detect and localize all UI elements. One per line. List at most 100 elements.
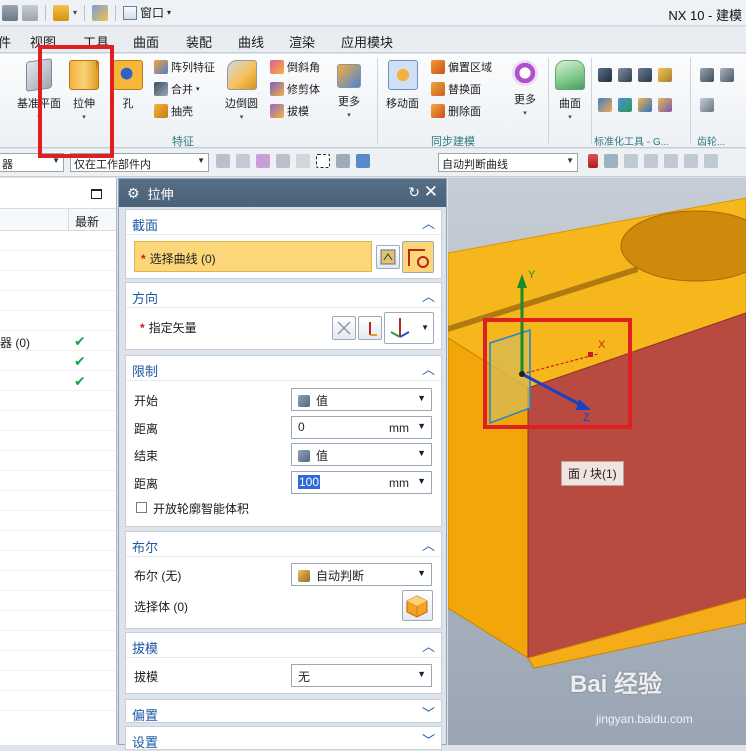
tree-row[interactable]: [0, 231, 116, 251]
tool-icon[interactable]: [638, 98, 652, 112]
snap-icon[interactable]: [336, 154, 350, 168]
chamfer-button[interactable]: 倒斜角: [270, 59, 320, 75]
tree-row[interactable]: [0, 531, 116, 551]
curve-tool-icon[interactable]: [704, 154, 718, 168]
chevron-down-icon[interactable]: ▾: [73, 8, 77, 17]
tree-row[interactable]: [0, 671, 116, 691]
snap-icon[interactable]: [216, 154, 230, 168]
offset-header[interactable]: 偏置 ﹀: [126, 700, 441, 723]
snap-icon[interactable]: [296, 154, 310, 168]
tool-icon[interactable]: [598, 68, 612, 82]
sketch-section-button[interactable]: [376, 245, 400, 269]
curve-tool-icon[interactable]: [624, 154, 638, 168]
edge-blend-button[interactable]: 边倒圆 ▾: [225, 60, 258, 121]
chevron-up-icon[interactable]: ︿: [422, 286, 435, 305]
tree-row[interactable]: [0, 631, 116, 651]
menu-render[interactable]: 渲染: [289, 32, 315, 51]
curve-tool-icon[interactable]: [604, 154, 618, 168]
tree-row[interactable]: ✔: [0, 371, 116, 391]
trim-body-button[interactable]: 修剪体: [270, 81, 320, 97]
surface-button[interactable]: 曲面 ▾: [555, 60, 585, 121]
tree-row[interactable]: [0, 311, 116, 331]
window-menu-button[interactable]: 窗口 ▾: [119, 3, 175, 23]
chevron-down-icon[interactable]: ﹀: [422, 730, 435, 749]
menu-file[interactable]: 件: [0, 32, 11, 51]
curve-tool-icon[interactable]: [684, 154, 698, 168]
tree-row[interactable]: [0, 511, 116, 531]
draft-header[interactable]: 拔模 ︿: [126, 633, 441, 658]
tool-icon[interactable]: [618, 68, 632, 82]
hole-button[interactable]: 孔: [113, 60, 143, 111]
close-icon[interactable]: ✕: [424, 182, 438, 202]
boolean-header[interactable]: 布尔 ︿: [126, 532, 441, 557]
end-dropdown[interactable]: 值 ▼: [291, 443, 432, 466]
tree-row[interactable]: [0, 471, 116, 491]
tool-icon[interactable]: [638, 68, 652, 82]
tool-icon[interactable]: [658, 68, 672, 82]
curve-tool-icon[interactable]: [588, 154, 598, 168]
delete-face-button[interactable]: 删除面: [431, 103, 481, 119]
tree-row[interactable]: [0, 551, 116, 571]
menu-surface[interactable]: 曲面: [133, 32, 159, 51]
maximize-icon[interactable]: [91, 189, 102, 199]
distance2-input[interactable]: 100 mm ▼: [291, 471, 432, 494]
draft-button[interactable]: 拔模: [270, 103, 309, 119]
tree-row[interactable]: [0, 591, 116, 611]
start-dropdown[interactable]: 值 ▼: [291, 388, 432, 411]
replace-face-button[interactable]: 替换面: [431, 81, 481, 97]
chevron-up-icon[interactable]: ︿: [422, 636, 435, 655]
tree-row[interactable]: [0, 691, 116, 711]
pattern-feature-button[interactable]: 阵列特征: [154, 59, 215, 75]
tree-row[interactable]: [0, 291, 116, 311]
select-body-button[interactable]: [402, 590, 433, 621]
select-box-icon[interactable]: [316, 154, 330, 168]
chevron-up-icon[interactable]: ︿: [422, 359, 435, 378]
tool-icon[interactable]: [618, 98, 632, 112]
tree-row[interactable]: [0, 411, 116, 431]
curve-tool-icon[interactable]: [644, 154, 658, 168]
vector-dialog-button[interactable]: [358, 316, 382, 340]
snap-icon[interactable]: [256, 154, 270, 168]
boolean-dropdown[interactable]: 自动判断 ▼: [291, 563, 432, 586]
vector-type-dropdown[interactable]: ▼: [384, 312, 434, 344]
gear-tool-icon[interactable]: [700, 68, 714, 82]
save-icon[interactable]: [2, 4, 18, 21]
tool-icon[interactable]: [598, 98, 612, 112]
chevron-down-icon[interactable]: ﹀: [422, 703, 435, 722]
menu-assembly[interactable]: 装配: [186, 32, 212, 51]
tree-row[interactable]: [0, 491, 116, 511]
snap-icon[interactable]: [356, 154, 370, 168]
tree-row[interactable]: [0, 431, 116, 451]
menu-curve[interactable]: 曲线: [238, 32, 264, 51]
curve-tool-icon[interactable]: [664, 154, 678, 168]
offset-region-button[interactable]: 偏置区域: [431, 59, 492, 75]
column-header-new[interactable]: 最新: [75, 213, 99, 230]
open-profile-checkbox[interactable]: [136, 502, 147, 513]
gear-tool-icon[interactable]: [700, 98, 714, 112]
gear-tool-icon[interactable]: [720, 68, 734, 82]
tree-row[interactable]: ✔: [0, 351, 116, 371]
chevron-up-icon[interactable]: ︿: [422, 213, 435, 232]
unite-button[interactable]: 合并 ▾: [154, 81, 200, 97]
menu-applications[interactable]: 应用模块: [341, 32, 393, 51]
snap-icon[interactable]: [276, 154, 290, 168]
tree-row[interactable]: [0, 271, 116, 291]
curve-picker-button[interactable]: [402, 241, 434, 273]
more-sync-button[interactable]: 更多 ▾: [512, 60, 538, 117]
section-header[interactable]: 截面 ︿: [126, 210, 441, 235]
shell-button[interactable]: 抽壳: [154, 103, 193, 119]
tree-row[interactable]: 器 (0) ✔: [0, 331, 116, 351]
tree-row[interactable]: [0, 571, 116, 591]
distance1-input[interactable]: 0 mm ▼: [291, 416, 432, 439]
move-face-button[interactable]: 移动面: [386, 60, 419, 111]
tool-icon[interactable]: [658, 98, 672, 112]
draft-dropdown[interactable]: 无 ▼: [291, 664, 432, 687]
select-curve-field[interactable]: * 选择曲线 (0): [134, 241, 372, 272]
direction-header[interactable]: 方向 ︿: [126, 283, 441, 308]
curve-rule-combo[interactable]: 自动判断曲线 ▼: [438, 153, 578, 172]
settings-header[interactable]: 设置 ﹀: [126, 727, 441, 750]
reverse-direction-button[interactable]: [332, 316, 356, 340]
tree-row[interactable]: [0, 391, 116, 411]
tree-row[interactable]: [0, 651, 116, 671]
tree-row[interactable]: [0, 251, 116, 271]
